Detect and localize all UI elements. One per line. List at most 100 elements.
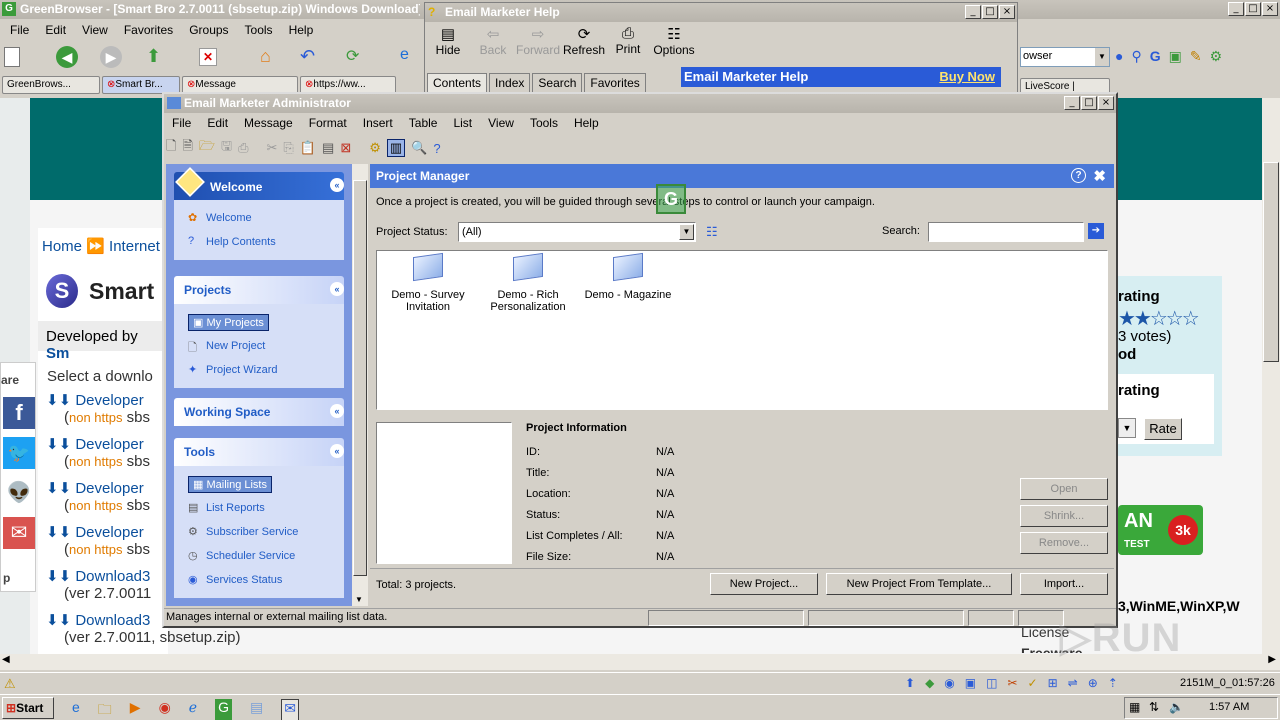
app-menu-format[interactable]: Format [301, 116, 355, 130]
browser-menu-groups[interactable]: Groups [181, 23, 236, 37]
list-view-icon[interactable]: ☷ [706, 224, 718, 240]
sidebar-item-help-contents[interactable]: ? Help Contents [188, 230, 344, 254]
edge-icon[interactable]: ℯ [189, 699, 197, 720]
settings-icon[interactable]: ⚙ [369, 140, 381, 156]
sidebar-item-list-reports[interactable]: ▤ List Reports [188, 496, 344, 520]
rate-button[interactable]: Rate [1144, 418, 1182, 440]
go-icon[interactable]: ● [1115, 48, 1123, 65]
import-button[interactable]: Import... [1020, 573, 1108, 595]
print-icon[interactable]: ⎙ [238, 140, 248, 156]
paste-icon[interactable]: 📋 [300, 140, 316, 156]
app-menu-insert[interactable]: Insert [355, 116, 401, 130]
help-tab-contents[interactable]: Contents [427, 73, 488, 92]
sidebar-item-scheduler-service[interactable]: ◷ Scheduler Service [188, 544, 344, 568]
copy-icon[interactable]: ⎘ [283, 140, 293, 156]
search-icon[interactable]: ⚲ [1131, 48, 1141, 65]
twitter-icon[interactable]: 🐦 [3, 437, 35, 469]
sidebar-item-services-status[interactable]: ◉ Services Status [188, 568, 344, 592]
help-hide-button[interactable]: ▤ Hide [425, 25, 471, 67]
help-maximize-button[interactable]: □ [982, 5, 998, 19]
chrome-icon[interactable]: ◉ [159, 699, 171, 720]
download-row[interactable]: ⬇⬇ Developer (non https sbs [46, 523, 150, 558]
browser-vertical-scrollbar[interactable] [1262, 98, 1280, 654]
forward-icon[interactable]: ▶ [100, 46, 122, 68]
scroll-right-arrow-icon[interactable]: ▶ [1268, 654, 1276, 665]
tray-icon-2[interactable]: ◆ [925, 676, 934, 690]
collapse-icon[interactable]: « [330, 404, 344, 418]
pm-close-icon[interactable]: ✖ [1093, 167, 1106, 185]
help-circle-icon[interactable]: ? [433, 141, 440, 156]
new-msg-icon[interactable]: 🗎 [182, 137, 192, 159]
developer-link[interactable]: Sm [46, 345, 69, 362]
browser-close-button[interactable]: × [1262, 2, 1278, 16]
help-options-button[interactable]: ☷ Options [649, 25, 699, 67]
tray-icon-3[interactable]: ◉ [944, 676, 954, 690]
undo-icon[interactable]: ↶ [300, 46, 315, 67]
app-menu-tools[interactable]: Tools [522, 116, 566, 130]
preview-icon[interactable]: ▤ [322, 140, 334, 156]
tray-icon-11[interactable]: ⇡ [1108, 676, 1118, 690]
tray-icon-6[interactable]: ✂ [1007, 676, 1017, 690]
shrink-button[interactable]: Shrink... [1020, 505, 1108, 527]
new-page-icon[interactable] [4, 47, 20, 67]
tray-icon-5[interactable]: ◫ [986, 676, 997, 690]
browser-menu-help[interactable]: Help [281, 23, 322, 37]
open-button[interactable]: Open [1020, 478, 1108, 500]
collapse-icon[interactable]: « [330, 178, 344, 192]
tab-icon[interactable]: ▣ [1169, 48, 1182, 65]
welcome-panel-header[interactable]: Welcome « [174, 167, 344, 200]
open-folder-icon[interactable]: 🗁 [199, 137, 215, 159]
sidebar-scroll-down-icon[interactable]: ▼ [355, 595, 363, 604]
sidebar-item-my-projects[interactable]: ▣ My Projects [188, 310, 344, 334]
app-menu-message[interactable]: Message [236, 116, 301, 130]
browser-menu-favorites[interactable]: Favorites [116, 23, 181, 37]
help-print-button[interactable]: ⎙ Print [607, 25, 649, 67]
ie-quicklaunch-icon[interactable]: e [72, 699, 80, 720]
tray-icon-9[interactable]: ⇌ [1068, 676, 1078, 690]
app-menu-list[interactable]: List [445, 116, 480, 130]
greenbrowser-icon[interactable]: G [215, 699, 232, 720]
sidebar-item-mailing-lists[interactable]: ▦ Mailing Lists [188, 472, 344, 496]
download-row[interactable]: ⬇⬇ Download3 (ver 2.7.0011 [46, 567, 151, 602]
g-icon[interactable]: G [1150, 48, 1161, 65]
project-item[interactable]: Demo - Magazine [583, 252, 673, 301]
email-marketer-task-icon[interactable]: ✉ [281, 699, 299, 720]
sidebar-item-welcome[interactable]: ✿ Welcome [188, 206, 344, 230]
help-tab-favorites[interactable]: Favorites [584, 73, 646, 92]
tray-icon-8[interactable]: ⊞ [1048, 676, 1058, 690]
sidebar-item-project-wizard[interactable]: ✦ Project Wizard [188, 358, 344, 382]
tray-icon-4[interactable]: ▣ [965, 676, 976, 690]
workspace-panel-header[interactable]: Working Space « [174, 398, 344, 426]
save-icon[interactable]: 🖫 [221, 137, 232, 159]
app-menu-file[interactable]: File [164, 116, 199, 130]
app-minimize-button[interactable]: _ [1064, 96, 1080, 110]
collapse-icon[interactable]: « [330, 282, 344, 296]
tray-icon-1[interactable]: ⬆ [905, 676, 915, 690]
cut-icon[interactable]: ✂ [267, 140, 278, 156]
volume-icon[interactable]: 🔈 [1169, 700, 1184, 714]
browser-menu-edit[interactable]: Edit [37, 23, 74, 37]
help-tab-index[interactable]: Index [489, 73, 531, 92]
home-icon[interactable]: ⌂ [260, 46, 271, 67]
app-menu-edit[interactable]: Edit [199, 116, 236, 130]
browser-maximize-button[interactable]: □ [1245, 2, 1261, 16]
app-close-button[interactable]: × [1098, 96, 1114, 110]
pm-help-icon[interactable]: ? [1071, 168, 1086, 183]
tools-panel-header[interactable]: Tools « [174, 438, 344, 466]
facebook-icon[interactable]: f [3, 397, 35, 429]
app-menu-help[interactable]: Help [566, 116, 607, 130]
find-icon[interactable]: 🔍 [411, 140, 427, 156]
download-row[interactable]: ⬇⬇ Developer (non https sbs [46, 435, 150, 470]
scroll-thumb[interactable] [1263, 162, 1279, 362]
search-input[interactable] [928, 222, 1084, 242]
tray-app-icon[interactable]: ▦ [1129, 700, 1140, 714]
search-go-icon[interactable]: ➔ [1088, 223, 1104, 239]
email-share-icon[interactable]: ✉ [3, 517, 35, 549]
notepad-icon[interactable]: ▤ [250, 699, 263, 720]
stop-send-icon[interactable]: ⊠ [340, 140, 351, 156]
new-doc-icon[interactable]: 🗋 [166, 137, 176, 159]
new-from-template-button[interactable]: New Project From Template... [826, 573, 1012, 595]
reddit-icon[interactable]: 👽 [3, 477, 35, 509]
dropdown-arrow-icon[interactable]: ▼ [679, 224, 694, 240]
explorer-icon[interactable]: 🗀 [98, 699, 112, 720]
